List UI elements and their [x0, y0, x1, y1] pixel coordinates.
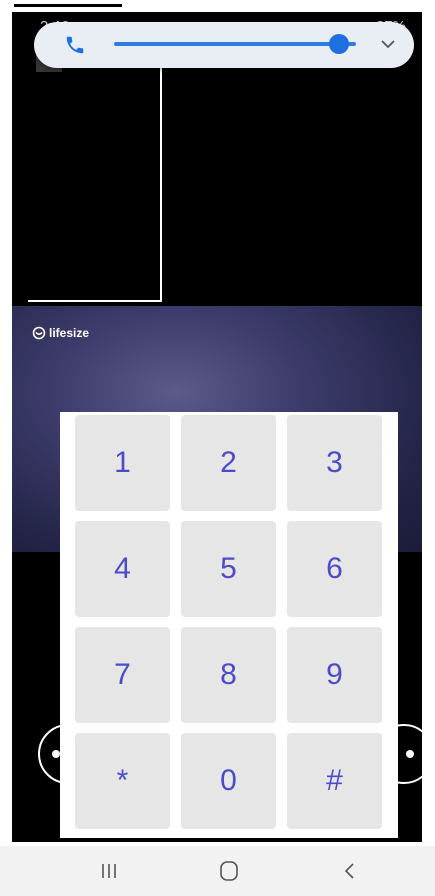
volume-slider-track[interactable]	[114, 34, 356, 54]
lifesize-logo-icon	[32, 326, 46, 340]
self-view-video[interactable]	[28, 50, 162, 302]
lifesize-logo: lifesize	[32, 326, 89, 340]
navigation-bar	[0, 846, 435, 896]
volume-slider-thumb[interactable]	[329, 34, 350, 54]
recent-apps-icon[interactable]	[96, 858, 122, 884]
chevron-down-icon[interactable]	[378, 34, 398, 54]
keypad-key[interactable]: 2	[181, 415, 276, 511]
keypad-key[interactable]: 8	[181, 627, 276, 723]
keypad-key[interactable]: 3	[287, 415, 382, 511]
keypad-key[interactable]: 5	[181, 521, 276, 617]
keypad-key[interactable]: 4	[75, 521, 170, 617]
keypad-key[interactable]: 9	[287, 627, 382, 723]
right-control-dot	[406, 750, 414, 758]
lifesize-wordmark: lifesize	[49, 326, 90, 340]
keypad-key[interactable]: #	[287, 733, 382, 829]
keypad-key[interactable]: 1	[75, 415, 170, 511]
back-icon[interactable]	[337, 858, 363, 884]
phone-icon[interactable]	[64, 34, 86, 56]
left-control-dot	[52, 750, 60, 758]
top-edge-mark	[14, 4, 122, 7]
keypad-key[interactable]: 7	[75, 627, 170, 723]
keypad-key[interactable]: 6	[287, 521, 382, 617]
keypad-key[interactable]: 0	[181, 733, 276, 829]
volume-panel	[34, 22, 414, 68]
dial-keypad: 1 2 3 4 5 6 7 8 9 * 0 #	[60, 412, 398, 838]
home-icon[interactable]	[216, 858, 242, 884]
keypad-key[interactable]: *	[75, 733, 170, 829]
